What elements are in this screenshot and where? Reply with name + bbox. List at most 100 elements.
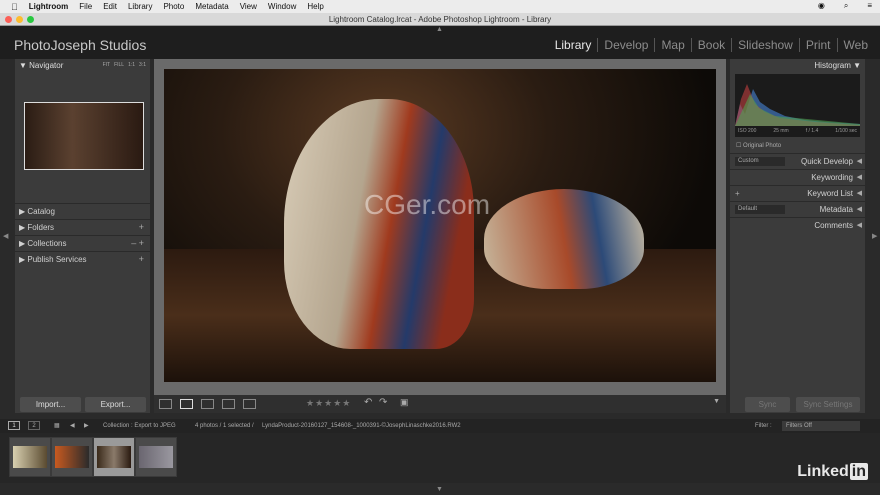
- filmstrip-thumbnail[interactable]: [135, 437, 177, 477]
- second-window-button[interactable]: 2: [28, 421, 40, 430]
- creative-cloud-icon[interactable]: ◉: [818, 1, 825, 11]
- compare-view-icon[interactable]: [201, 399, 214, 409]
- bottom-panel-toggle-icon[interactable]: ▼: [436, 486, 443, 493]
- menu-lightroom[interactable]: Lightroom: [29, 2, 69, 11]
- rating-stars-icon[interactable]: ★★★★★: [306, 398, 351, 409]
- forward-arrow-icon[interactable]: ▶: [84, 419, 89, 433]
- panel-label: Quick Develop: [800, 157, 853, 166]
- menu-help[interactable]: Help: [307, 2, 323, 11]
- iso-value: ISO 200: [738, 128, 757, 134]
- export-button[interactable]: Export...: [85, 397, 146, 412]
- panel-label: Metadata: [819, 205, 853, 214]
- loupe-view-icon[interactable]: [180, 399, 193, 409]
- module-library[interactable]: Library: [549, 38, 598, 52]
- panel-metadata[interactable]: Default Metadata ◀: [730, 201, 865, 216]
- histogram-graph: [735, 84, 860, 126]
- brand-in: in: [849, 463, 868, 480]
- focal-length: 25 mm: [773, 128, 789, 134]
- main-window-button[interactable]: 1: [8, 421, 20, 430]
- panel-label: Comments: [814, 221, 853, 230]
- menu-metadata[interactable]: Metadata: [195, 2, 228, 11]
- panel-publish-services[interactable]: ▶ Publish Services +: [15, 251, 150, 266]
- crop-icon[interactable]: ▣: [400, 397, 409, 408]
- selected-filename[interactable]: LyndaProduct-20160127_154608-_1000391-©J…: [262, 419, 461, 433]
- original-photo-checkbox[interactable]: ☐ Original Photo: [736, 142, 781, 149]
- zoom-icon[interactable]: [27, 16, 34, 23]
- module-slideshow[interactable]: Slideshow: [731, 38, 799, 52]
- minimize-icon[interactable]: [16, 16, 23, 23]
- main-photo[interactable]: CGer.com: [164, 69, 716, 382]
- collapse-triangle-icon: ▼: [850, 61, 861, 70]
- menu-window[interactable]: Window: [268, 2, 296, 11]
- venetian-mask-small: [484, 189, 644, 289]
- sync-settings-button[interactable]: Sync Settings: [796, 397, 860, 412]
- expand-triangle-icon: ◀: [856, 174, 862, 181]
- left-panel: ▼ Navigator FIT FILL 1:1 3:1 ▶ Catalog ▶…: [15, 59, 150, 413]
- module-web[interactable]: Web: [836, 38, 874, 52]
- spotlight-icon[interactable]: ⌕: [844, 1, 848, 11]
- module-develop[interactable]: Develop: [597, 38, 654, 52]
- collapse-triangle-icon: ▼: [19, 61, 30, 70]
- rotate-left-icon[interactable]: ↶: [364, 397, 372, 408]
- add-keyword-icon[interactable]: +: [735, 186, 740, 201]
- menu-photo[interactable]: Photo: [163, 2, 184, 11]
- identity-plate[interactable]: PhotoJoseph Studios: [14, 37, 146, 53]
- shutter-speed: 1/100 sec: [835, 128, 857, 134]
- navigator-header[interactable]: ▼ Navigator FIT FILL 1:1 3:1: [15, 59, 150, 72]
- panel-quick-develop[interactable]: Custom Quick Develop ◀: [730, 153, 865, 168]
- panel-keywording[interactable]: Keywording ◀: [730, 169, 865, 184]
- photo-count: 4 photos / 1 selected /: [195, 423, 254, 429]
- brand-name: Linked: [797, 463, 849, 480]
- grid-view-icon[interactable]: [159, 399, 172, 409]
- filmstrip-source[interactable]: Collection : Export to JPEG: [103, 419, 176, 433]
- zoom-fit[interactable]: FIT: [103, 59, 111, 72]
- histogram-header[interactable]: Histogram ▼: [730, 59, 865, 72]
- menu-view[interactable]: View: [240, 2, 257, 11]
- expand-triangle-icon: ◀: [856, 222, 862, 229]
- filmstrip-thumbnail[interactable]: [9, 437, 51, 477]
- add-icon[interactable]: +: [139, 220, 144, 235]
- panel-collections[interactable]: ▶ Collections – +: [15, 235, 150, 250]
- linkedin-logo: Linked in: [797, 463, 868, 481]
- zoom-fill[interactable]: FILL: [114, 59, 124, 72]
- navigator-preview[interactable]: [24, 102, 144, 170]
- survey-view-icon[interactable]: [222, 399, 235, 409]
- filter-dropdown[interactable]: Filters Off: [782, 421, 860, 431]
- menu-library[interactable]: Library: [128, 2, 152, 11]
- filmstrip-thumbnail-selected[interactable]: [93, 437, 135, 477]
- right-panel-toggle-icon[interactable]: ▶: [872, 232, 877, 240]
- add-icon[interactable]: +: [139, 252, 144, 267]
- saved-preset-dropdown[interactable]: Custom: [735, 157, 785, 166]
- filmstrip-thumbnail[interactable]: [51, 437, 93, 477]
- toolbar-menu-icon[interactable]: ▼: [713, 398, 720, 405]
- menu-edit[interactable]: Edit: [103, 2, 117, 11]
- library-toolbar: ★★★★★ ↶ ↷ ▣ ▼: [154, 395, 726, 413]
- histogram-label: Histogram: [814, 61, 851, 70]
- people-view-icon[interactable]: [243, 399, 256, 409]
- menu-file[interactable]: File: [79, 2, 92, 11]
- zoom-1-1[interactable]: 1:1: [128, 59, 135, 72]
- module-print[interactable]: Print: [798, 38, 837, 52]
- sync-button[interactable]: Sync: [745, 397, 790, 412]
- import-button[interactable]: Import...: [20, 397, 81, 412]
- module-map[interactable]: Map: [654, 38, 690, 52]
- metadata-view-dropdown[interactable]: Default: [735, 205, 785, 214]
- panel-folders[interactable]: ▶ Folders +: [15, 219, 150, 234]
- list-icon[interactable]: ≡: [867, 1, 872, 11]
- mac-menubar:  Lightroom File Edit Library Photo Meta…: [0, 0, 880, 13]
- panel-catalog[interactable]: ▶ Catalog: [15, 203, 150, 218]
- panel-keyword-list[interactable]: + Keyword List ◀: [730, 185, 865, 200]
- window-titlebar: Lightroom Catalog.lrcat - Adobe Photosho…: [0, 13, 880, 26]
- top-panel-toggle-icon[interactable]: ▲: [436, 26, 443, 33]
- grid-icon[interactable]: ▦: [54, 419, 60, 433]
- add-remove-icon[interactable]: – +: [131, 236, 144, 251]
- panel-comments[interactable]: Comments ◀: [730, 217, 865, 232]
- menubar-status: ◉ ⌕ ≡: [807, 1, 872, 11]
- rotate-right-icon[interactable]: ↷: [379, 397, 387, 408]
- zoom-3-1[interactable]: 3:1: [139, 59, 146, 72]
- module-book[interactable]: Book: [690, 38, 731, 52]
- back-arrow-icon[interactable]: ◀: [70, 419, 75, 433]
- left-panel-toggle-icon[interactable]: ◀: [3, 232, 8, 240]
- apple-icon[interactable]: : [11, 2, 18, 12]
- close-icon[interactable]: [5, 16, 12, 23]
